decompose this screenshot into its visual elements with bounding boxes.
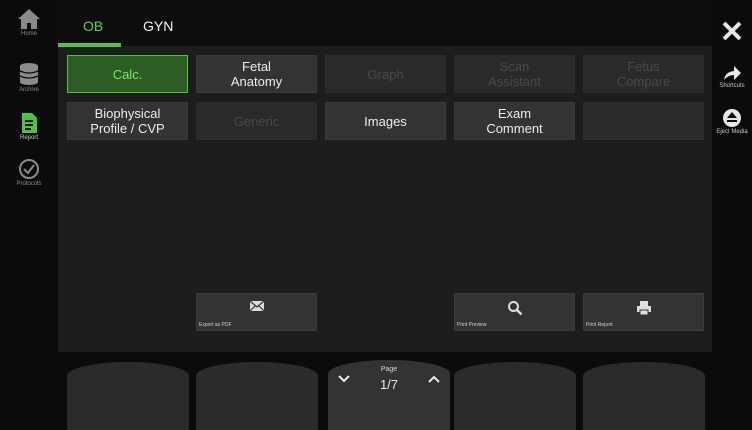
tab-ob[interactable]: OB xyxy=(83,18,103,34)
graph-button: Graph xyxy=(325,55,446,93)
biophysical-profile-button[interactable]: Biophysical Profile / CVP xyxy=(67,102,188,140)
print-preview-button[interactable]: Print Preview xyxy=(454,293,575,331)
exam-comment-button[interactable]: Exam Comment xyxy=(454,102,575,140)
tab-active-indicator xyxy=(58,43,121,47)
close-button[interactable] xyxy=(712,20,752,42)
tab-bar: OB GYN xyxy=(58,0,712,47)
images-button[interactable]: Images xyxy=(325,102,446,140)
print-report-label: Print Report xyxy=(586,322,613,328)
eject-media-button[interactable]: Eject Media xyxy=(712,108,752,135)
page-selector: Page 1/7 xyxy=(328,360,450,430)
check-circle-icon xyxy=(19,159,39,179)
export-pdf-button[interactable]: Export as PDF xyxy=(196,293,317,331)
home-icon xyxy=(18,9,40,29)
nav-label-archive: Archive xyxy=(18,87,39,93)
printer-icon xyxy=(636,301,651,316)
shortcuts-button[interactable]: Shortcuts xyxy=(712,64,752,89)
print-preview-label: Print Preview xyxy=(457,322,487,328)
bottom-knob-strip: Page 1/7 xyxy=(58,352,712,430)
print-report-button[interactable]: Print Report xyxy=(583,293,704,331)
report-icon xyxy=(22,113,37,133)
right-rail: Shortcuts Eject Media xyxy=(712,0,752,430)
soft-knob-1[interactable] xyxy=(67,362,189,430)
envelope-icon xyxy=(249,300,264,312)
nav-label-protocols: Protocols xyxy=(16,181,42,187)
soft-knob-4[interactable] xyxy=(454,362,576,430)
fetal-anatomy-button[interactable]: Fetal Anatomy xyxy=(196,55,317,93)
nav-label-home: Home xyxy=(20,31,37,37)
nav-item-archive[interactable]: Archive xyxy=(0,62,58,108)
calc-button[interactable]: Calc. xyxy=(67,55,188,93)
close-icon xyxy=(722,21,742,41)
eject-icon xyxy=(723,109,741,127)
page-caption: Page xyxy=(380,366,398,373)
soft-knob-2[interactable] xyxy=(196,362,318,430)
shortcuts-label: Shortcuts xyxy=(719,83,745,89)
database-icon xyxy=(19,63,39,85)
nav-item-report[interactable]: Report xyxy=(0,112,58,158)
export-pdf-label: Export as PDF xyxy=(199,322,232,328)
nav-label-report: Report xyxy=(19,135,38,141)
chevron-up-icon[interactable] xyxy=(428,374,440,384)
fetus-compare-button: Fetus Compare xyxy=(583,55,704,93)
eject-media-label: Eject Media xyxy=(716,129,748,135)
magnifier-icon xyxy=(507,301,522,316)
nav-item-home[interactable]: Home xyxy=(0,8,58,54)
scan-assistant-button: Scan Assistant xyxy=(454,55,575,93)
generic-button: Generic xyxy=(196,102,317,140)
arrow-right-icon xyxy=(724,66,741,80)
tab-gyn[interactable]: GYN xyxy=(143,18,173,34)
empty-slot xyxy=(583,102,704,140)
left-nav: Home Archive Report Protocols xyxy=(0,0,58,430)
nav-item-protocols[interactable]: Protocols xyxy=(0,158,58,204)
soft-knob-5[interactable] xyxy=(583,362,705,430)
